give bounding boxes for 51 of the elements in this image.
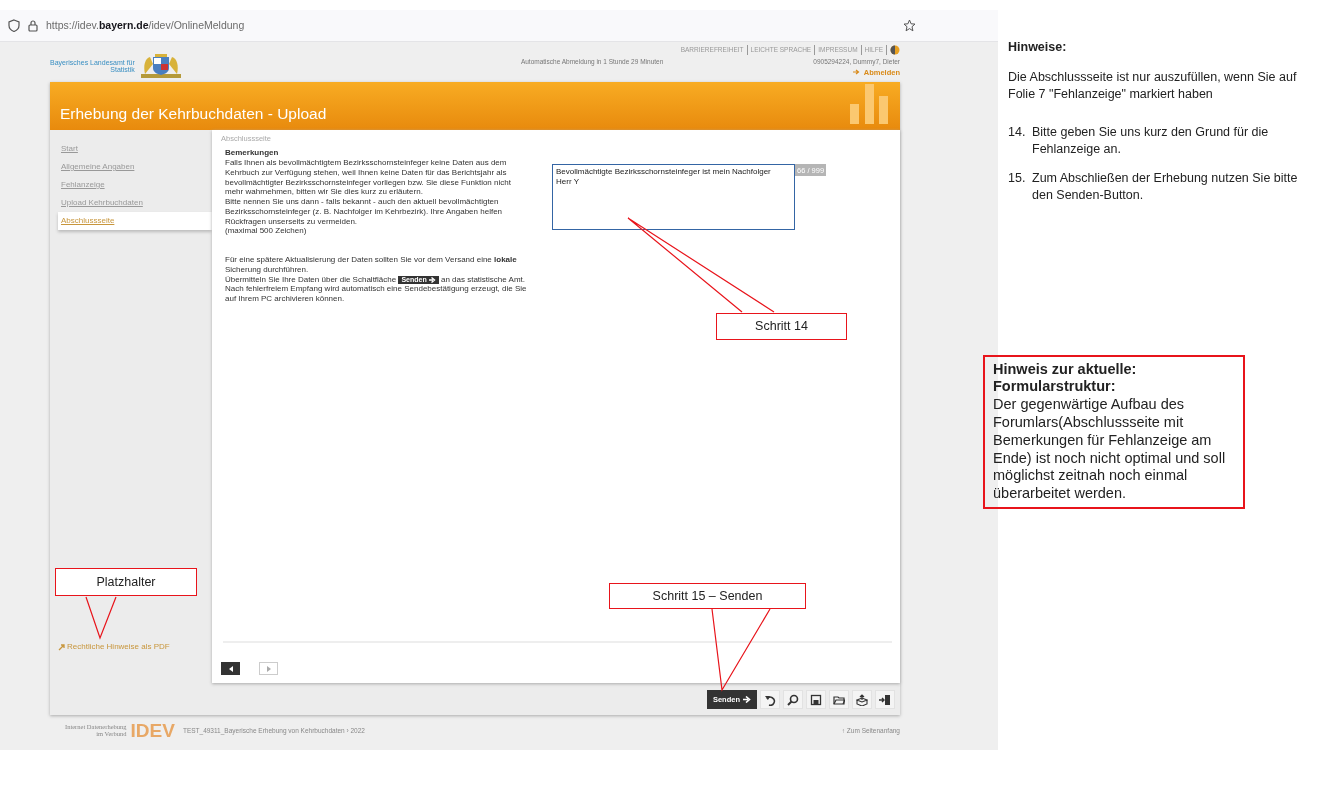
callout-label: Platzhalter	[55, 568, 197, 596]
toolbar-button[interactable]	[852, 690, 872, 709]
nav-item[interactable]: Fehlanzeige	[58, 176, 212, 194]
arrow-icon	[743, 696, 751, 703]
save-icon	[810, 693, 822, 706]
paragraph: Falls Ihnen als bevollmächtigtem Bezirksschornsteinfeger keine Daten aus dem Kehrbuch zur Verfügung stehen, weil Ihnen keine Daten für das Berichtsjahr als bevollmächtigter Bezirksschornsteinfeger vorliegen bzw. Sie diese Funktion nicht mehr wahrnehmen, bitten wir Sie dies kurz zu erläutern.	[225, 158, 512, 197]
step-text: Zum Abschließen der Erhebung nutzen Sie bitte den Senden-Button.	[1032, 170, 1299, 205]
external-link-icon	[58, 643, 66, 651]
nav-item[interactable]: Allgemeine Angaben	[58, 158, 212, 176]
logo-text: IDEV	[130, 721, 175, 740]
warning-text: Der gegenwärtige Aufbau des Forumlars(Abschlussseite mit Bemerkungen für Fehlanzeige am Ende) ist noch nicht optimal und soll möglichst zeitnah noch einmal überarbeitet werden.	[993, 396, 1226, 502]
paragraph: Nach fehlerfreiem Empfang wird automatisch eine Sendebestätigung erzeugt, die Sie auf Ihrem PC archivieren können.	[225, 284, 527, 304]
toolbar-button[interactable]	[875, 690, 895, 709]
star-icon[interactable]	[903, 19, 916, 32]
nav-item[interactable]: Start	[58, 140, 212, 158]
left-arrow-icon	[227, 664, 234, 673]
page-title: Erhebung der Kehrbuchdaten - Upload	[60, 105, 327, 124]
undo-icon	[764, 693, 776, 706]
remarks-field[interactable]: Bevollmächtigte Bezirksschornsteinfeger ist mein Nachfolger Herr Y	[552, 164, 795, 231]
callout-label: Schritt 14	[716, 313, 847, 340]
url-text[interactable]: https://idev.bayern.de/idev/OnlineMeldung	[46, 17, 245, 34]
notes-text: Die Abschlussseite ist nur auszufüllen, wenn Sie auf Folie 7 "Fehlanzeige" markiert haben	[1008, 69, 1298, 104]
box-icon	[856, 693, 868, 706]
notes-heading: Hinweise:	[1008, 40, 1068, 55]
arrow-icon	[428, 276, 436, 283]
toolbar-button[interactable]	[760, 690, 780, 709]
paragraph: Bitte nennen Sie uns dann - falls bekannt - auch den aktuell bevollmächtigten Bezirksschornsteinfeger (z. B. Nachfolger im Kehrbezirk). Ihre Angaben helfen Rückfragen unserseits zu vermeiden.	[225, 197, 504, 227]
toolbar-button[interactable]	[829, 690, 849, 709]
right-arrow-icon	[265, 664, 272, 673]
section-heading: Bemerkungen	[225, 148, 280, 158]
step-number: 14.	[1008, 123, 1027, 141]
folder-icon	[833, 693, 845, 706]
paragraph: Für eine spätere Aktualisierung der Daten sollten Sie vor dem Versand eine lokale Sicherung durchführen.	[225, 255, 518, 274]
arrow-icon	[852, 69, 860, 76]
search-icon	[787, 693, 799, 706]
paragraph: (maximal 500 Zeichen)	[225, 226, 308, 236]
nav-item[interactable]: Abschlussseite	[58, 212, 212, 230]
coat-of-arms-icon	[140, 54, 181, 78]
lock-icon	[28, 19, 38, 32]
contrast-icon[interactable]	[890, 45, 900, 55]
previous-button[interactable]	[221, 662, 240, 675]
nav-item[interactable]: Upload Kehrbuchdaten	[58, 194, 212, 212]
step-text: Bitte geben Sie uns kurz den Grund für die Fehlanzeige an.	[1032, 123, 1270, 158]
toolbar-button[interactable]	[783, 690, 803, 709]
shield-icon	[8, 19, 20, 32]
warning-title: Hinweis zur aktuelle: Formularstruktur:	[993, 360, 1138, 397]
callout-label: Schritt 15 – Senden	[609, 583, 806, 609]
step-number: 15.	[1008, 170, 1027, 187]
legal-link[interactable]: Rechtliche Hinweise als PDF	[58, 641, 212, 653]
exit-icon	[879, 693, 891, 706]
toolbar-button[interactable]	[806, 690, 826, 709]
